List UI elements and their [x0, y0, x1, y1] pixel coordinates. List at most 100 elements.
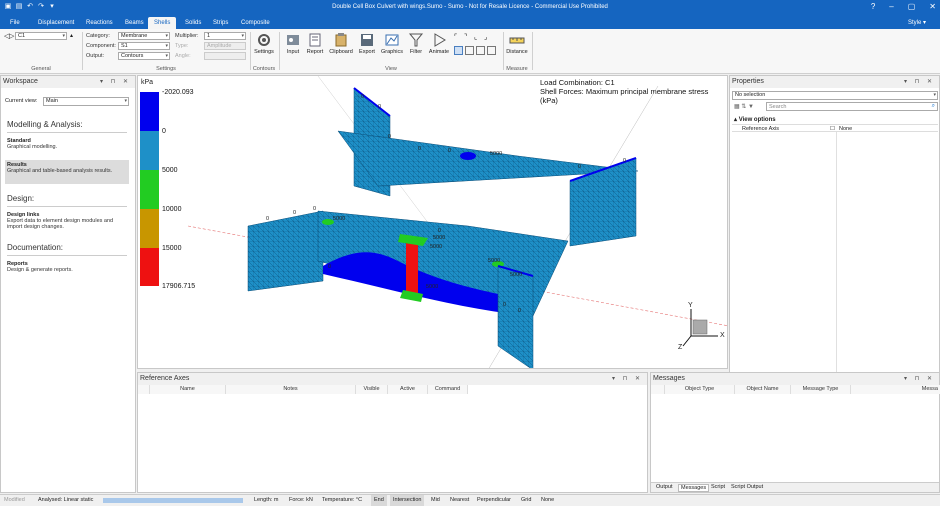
help-button[interactable]: ? — [871, 2, 875, 11]
chevron-down-icon: ▾ — [241, 33, 244, 39]
tab-file[interactable]: File — [4, 17, 26, 29]
snap-perpendicular[interactable]: Perpendicular — [477, 495, 511, 506]
column-header[interactable]: Object Type — [665, 385, 735, 394]
tab-shells[interactable]: Shells — [148, 17, 177, 29]
panel-controls[interactable]: ▾ ⊓ ✕ — [612, 373, 643, 385]
tab-script-output[interactable]: Script Output — [729, 484, 765, 490]
view-solid-icon[interactable] — [454, 46, 463, 55]
model-viewport[interactable]: kPa -2020.093 0 5000 10000 15000 17906.7… — [137, 75, 728, 369]
checkbox-icon[interactable]: ☐ — [830, 126, 835, 132]
minimize-button[interactable]: – — [889, 2, 893, 11]
nav-up-icon[interactable]: ▴ — [70, 32, 73, 39]
axis-z-line — [682, 335, 692, 347]
clipboard-button[interactable]: Clipboard — [327, 32, 355, 64]
view-box-icon[interactable] — [487, 46, 496, 55]
snap-end[interactable]: End — [371, 495, 387, 506]
report-button[interactable]: Report — [303, 32, 327, 64]
column-header[interactable]: Message Type — [791, 385, 851, 394]
type-value: Amplitude — [207, 43, 232, 49]
panel-controls[interactable]: ▾ ⊓ ✕ — [100, 76, 131, 88]
snap-mid[interactable]: Mid — [431, 495, 440, 506]
maximize-button[interactable]: ▢ — [908, 2, 916, 11]
sort-icons[interactable]: ▦ ⇅ ▼ — [734, 103, 754, 110]
graphics-label: Graphics — [380, 49, 403, 55]
current-view-label: Current view: — [5, 98, 38, 104]
style-label: Style — [907, 20, 922, 26]
workspace-item-design-links[interactable]: Design links Export data to element desi… — [5, 210, 129, 232]
animate-button[interactable]: Animate — [427, 32, 451, 64]
view-frame-icon[interactable] — [476, 46, 485, 55]
column-header[interactable]: Name — [150, 385, 226, 394]
ruler-icon — [509, 37, 525, 44]
model-drawing — [187, 76, 727, 368]
search-input[interactable]: Search ⌕ — [766, 102, 938, 111]
view-corner-icon[interactable]: ⌟ — [484, 33, 487, 41]
snap-nearest[interactable]: Nearest — [450, 495, 469, 506]
property-row[interactable]: Reference Axis ☐ None — [732, 124, 938, 132]
workspace-item-reports[interactable]: Reports Design & generate reports. — [5, 259, 129, 275]
column-header[interactable]: Command — [428, 385, 468, 394]
tab-composite[interactable]: Composite — [235, 17, 276, 29]
status-temperature[interactable]: Temperature: °C — [322, 495, 362, 506]
view-options-group[interactable]: ▴ View options — [734, 116, 776, 123]
column-header[interactable]: Notes — [226, 385, 356, 394]
tab-reactions[interactable]: Reactions — [80, 17, 119, 29]
tab-beams[interactable]: Beams — [119, 17, 150, 29]
tab-displacement[interactable]: Displacement — [32, 17, 80, 29]
status-length[interactable]: Length: m — [254, 495, 278, 506]
current-view-select[interactable]: Main ▾ — [43, 97, 129, 106]
workspace-item-standard[interactable]: Standard Graphical modelling. — [5, 136, 129, 152]
nav-forward-icon[interactable]: ▷ — [9, 32, 14, 40]
tab-strips[interactable]: Strips — [207, 17, 234, 29]
style-menu[interactable]: Style ▾ — [908, 19, 926, 26]
model-label: 0 — [293, 210, 297, 216]
search-placeholder: Search — [769, 104, 787, 110]
view-wire-icon[interactable] — [465, 46, 474, 55]
settings-button[interactable]: Settings — [252, 32, 276, 64]
distance-button[interactable]: Distance — [506, 32, 528, 64]
graphics-button[interactable]: Graphics — [379, 32, 405, 64]
output-select[interactable]: Contours ▾ — [118, 52, 170, 60]
report-icon — [309, 33, 321, 47]
panel-controls[interactable]: ▾ ⊓ ✕ — [904, 373, 935, 385]
column-header[interactable]: Object Name — [735, 385, 791, 394]
column-header[interactable]: Active — [388, 385, 428, 394]
view-options-label: View options — [738, 117, 776, 123]
tab-output[interactable]: Output — [654, 484, 675, 490]
close-button[interactable]: ✕ — [929, 2, 936, 11]
property-name: Reference Axis — [742, 126, 779, 132]
column-header[interactable]: Messa — [851, 385, 940, 394]
workspace-header: Workspace ▾ ⊓ ✕ — [1, 76, 135, 88]
category-select[interactable]: Membrane ▾ — [118, 32, 170, 40]
model-label: 5000 — [488, 258, 501, 264]
angle-input[interactable] — [204, 52, 246, 60]
selection-value: No selection — [735, 92, 766, 98]
workspace-panel: Workspace ▾ ⊓ ✕ Current view: Main ▾ Model… — [0, 75, 136, 493]
input-button[interactable]: Input — [281, 32, 305, 64]
column-header[interactable]: Visible — [356, 385, 388, 394]
tab-messages[interactable]: Messages — [678, 484, 710, 492]
panel-controls[interactable]: ▾ ⊓ ✕ — [904, 76, 935, 88]
snap-grid[interactable]: Grid — [521, 495, 531, 506]
filter-button[interactable]: Filter — [404, 32, 428, 64]
snap-intersection[interactable]: Intersection — [390, 495, 425, 506]
filter-label: Filter — [409, 49, 423, 55]
component-select[interactable]: S1 ▾ — [118, 42, 170, 50]
type-select[interactable]: Amplitude — [204, 42, 246, 50]
tab-script[interactable]: Script — [709, 484, 727, 490]
progress-bar — [103, 498, 243, 503]
section-heading: Documentation: — [7, 243, 64, 252]
view-corner-icon[interactable]: ⌝ — [464, 33, 467, 41]
component-value: S1 — [121, 43, 128, 49]
workspace-item-results[interactable]: Results Graphical and table-based analys… — [5, 160, 129, 184]
view-corner-icon[interactable]: ⌞ — [474, 33, 477, 41]
multiplier-stepper[interactable]: 1 ▾ — [204, 32, 246, 40]
tab-solids[interactable]: Solids — [179, 17, 207, 29]
export-button[interactable]: Export — [355, 32, 379, 64]
selection-select[interactable]: No selection ▾ — [732, 91, 938, 100]
view-corner-icon[interactable]: ⌜ — [454, 33, 457, 41]
clipboard-icon — [335, 33, 347, 47]
snap-none[interactable]: None — [541, 495, 554, 506]
status-force[interactable]: Force: kN — [289, 495, 313, 506]
load-case-select[interactable]: C1 ▾ — [15, 32, 67, 40]
